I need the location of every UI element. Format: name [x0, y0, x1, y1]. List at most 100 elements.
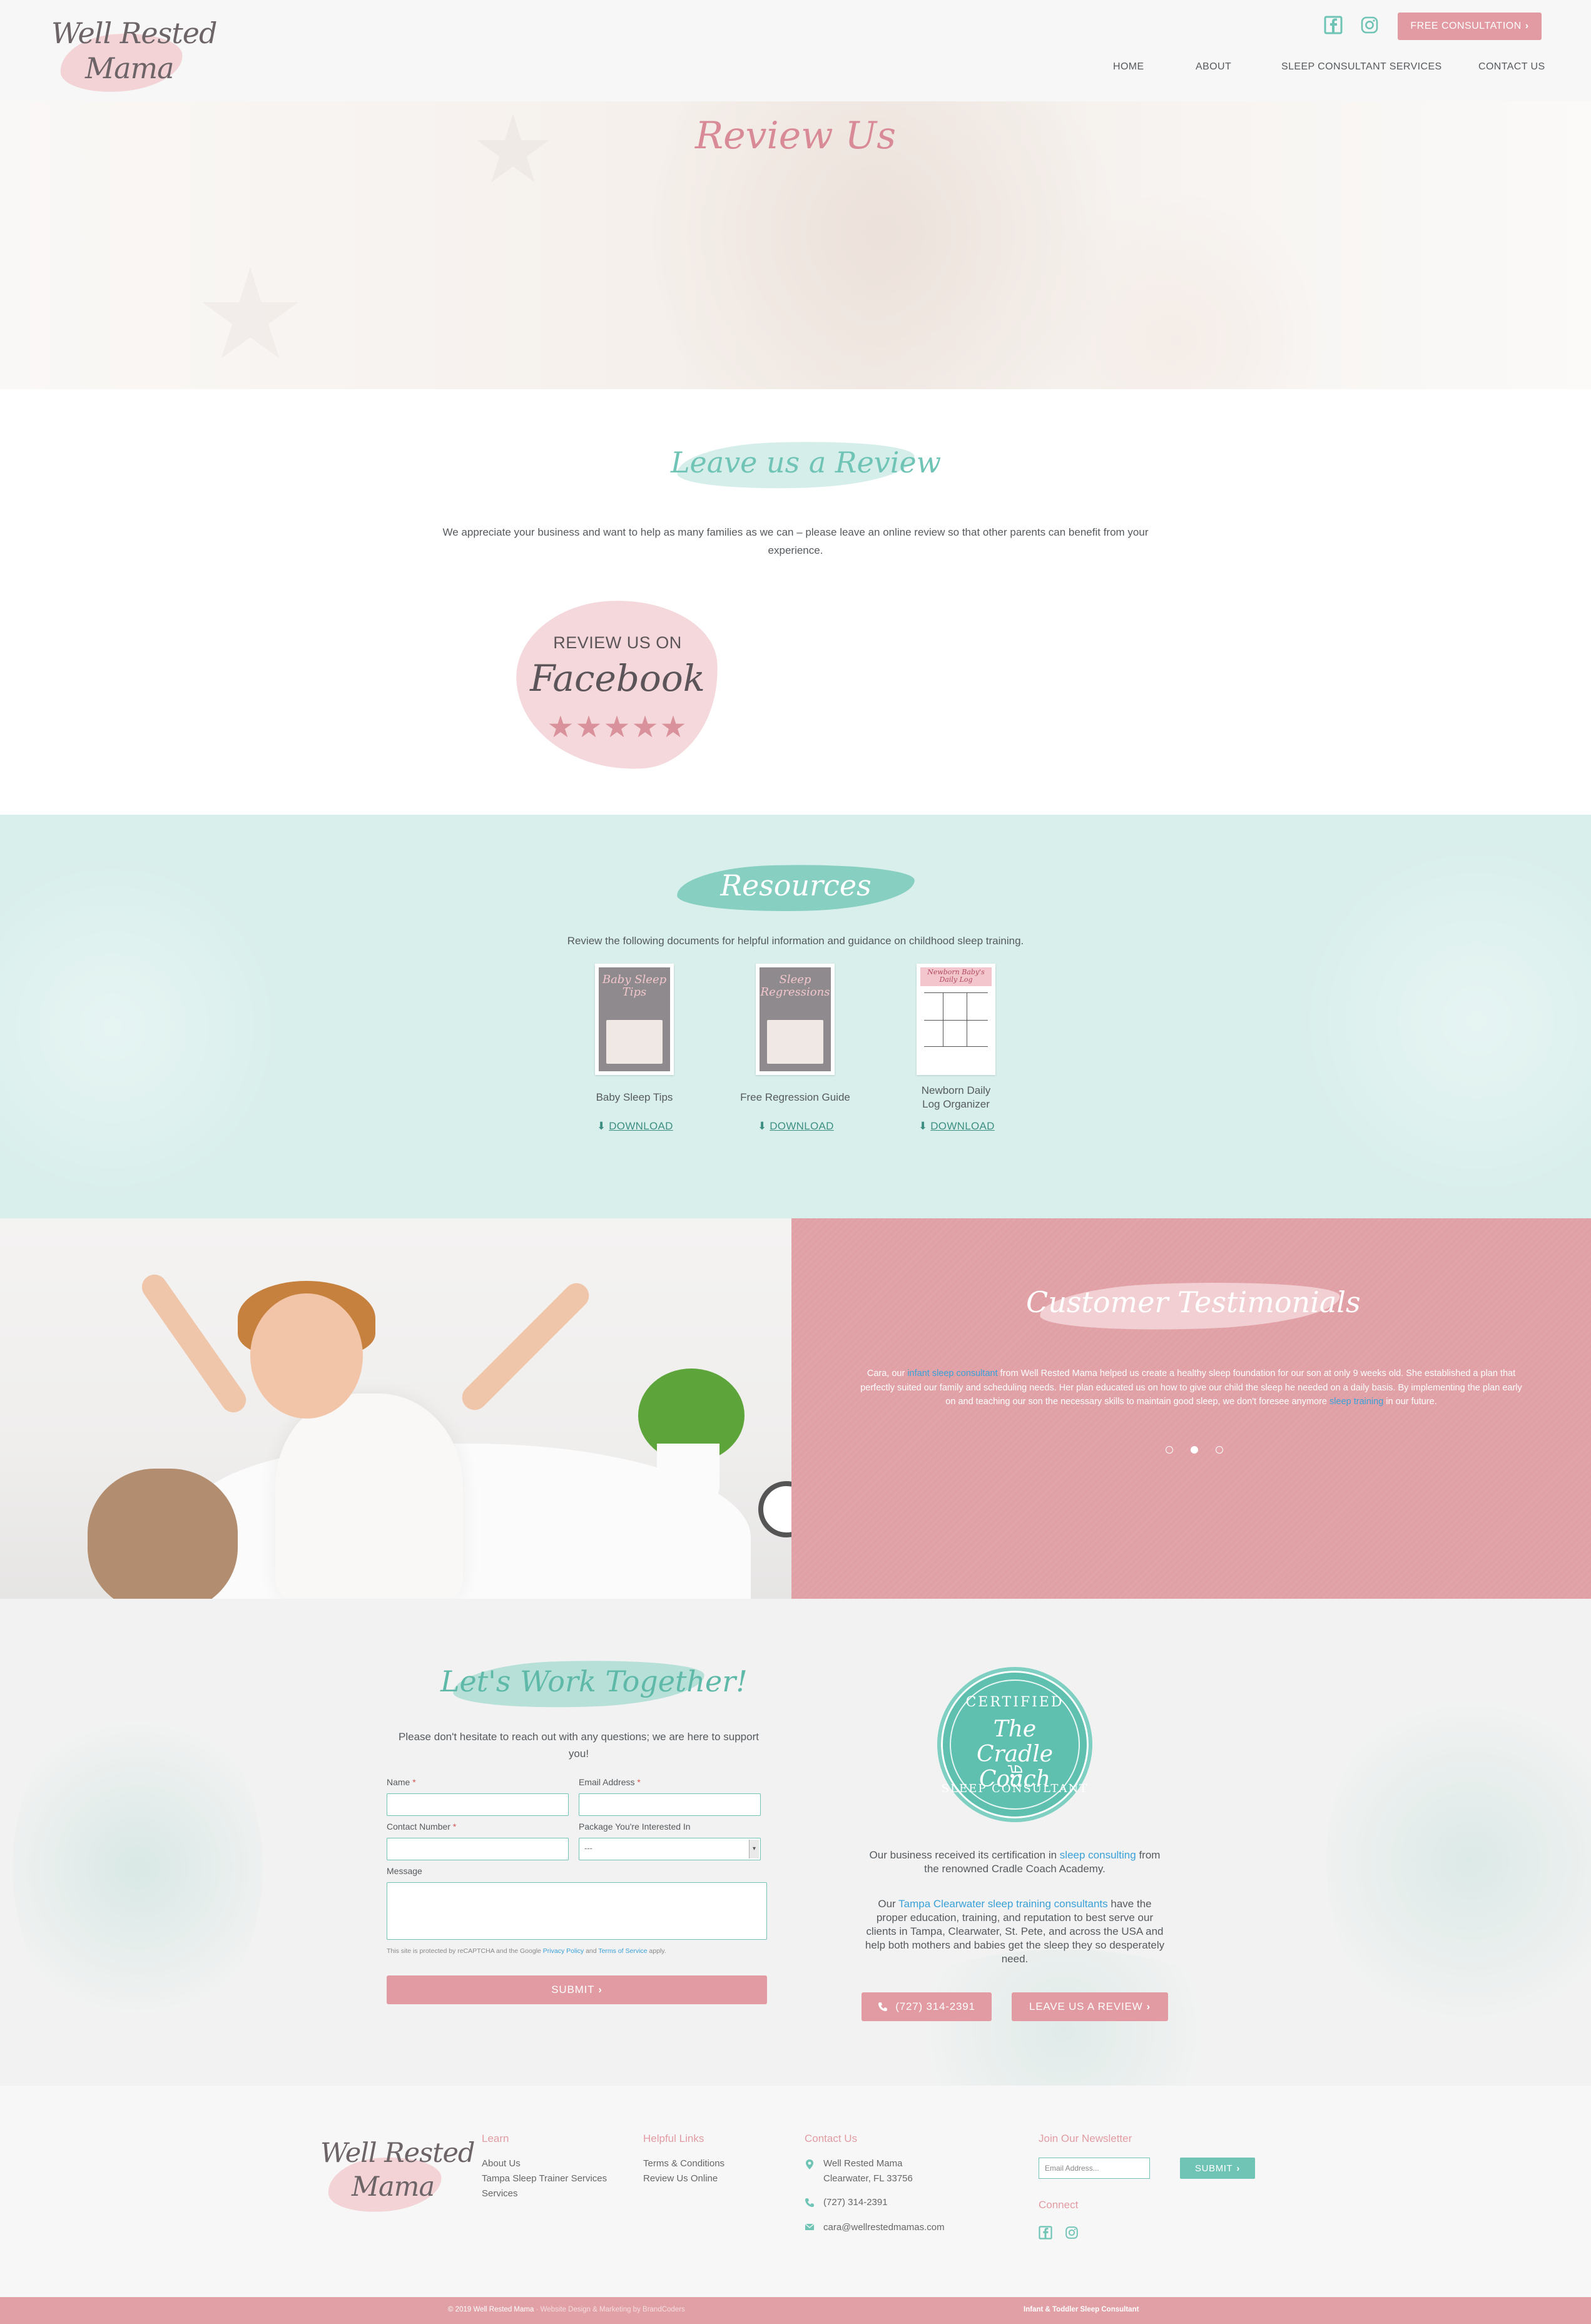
- slider-dot-2-active[interactable]: [1191, 1446, 1198, 1454]
- footer-phone-link[interactable]: (727) 314-2391: [823, 2195, 888, 2210]
- copyright-text: © 2019 Well Rested Mama · Website Design…: [448, 2306, 685, 2313]
- recaptcha-notice: This site is protected by reCAPTCHA and …: [387, 1947, 666, 1955]
- newsletter-email-input[interactable]: Email Address...: [1039, 2158, 1150, 2179]
- tampa-clearwater-consultants-link[interactable]: Tampa Clearwater sleep training consulta…: [898, 1898, 1108, 1910]
- nav-home[interactable]: HOME: [1113, 61, 1144, 73]
- thumbnail-photo: [606, 1020, 663, 1064]
- facebook-badge-line1: REVIEW US ON: [553, 633, 682, 652]
- thumbnail-cover: Sleep Regressions: [760, 967, 831, 1071]
- message-textarea[interactable]: [387, 1882, 767, 1940]
- badge-middle-text: The Cradle Coach: [941, 1717, 1089, 1792]
- resource-label-line2: Log Organizer: [922, 1098, 990, 1110]
- regression-guide-thumbnail[interactable]: Sleep Regressions: [756, 964, 835, 1075]
- thumbnail-title: Newborn Baby's Daily Log: [927, 968, 985, 984]
- call-phone-button[interactable]: (727) 314-2391: [862, 1992, 992, 2021]
- recaptcha-text: This site is protected by reCAPTCHA and …: [387, 1947, 543, 1955]
- free-consultation-button[interactable]: FREE CONSULTATION ›: [1398, 13, 1542, 40]
- footer-logo[interactable]: Well Rested Mama: [320, 2135, 475, 2216]
- recaptcha-text: and: [584, 1947, 599, 1955]
- facebook-icon[interactable]: [1324, 16, 1343, 34]
- sleep-consulting-link[interactable]: sleep consulting: [1060, 1849, 1136, 1861]
- quote-text: in our future.: [1383, 1397, 1437, 1407]
- site-header: [0, 0, 1591, 101]
- review-us-on-facebook-link[interactable]: REVIEW US ON Facebook ★★★★★: [512, 594, 723, 776]
- package-label: Package You're Interested In: [579, 1822, 691, 1832]
- leave-us-a-review-button[interactable]: LEAVE US A REVIEW ›: [1012, 1992, 1168, 2021]
- nav-sleep-consultant-services[interactable]: SLEEP CONSULTANT SERVICES: [1281, 61, 1442, 73]
- site-logo[interactable]: Well Rested Mama: [51, 13, 217, 100]
- log-line: [924, 992, 988, 993]
- privacy-policy-link[interactable]: Privacy Policy: [543, 1947, 584, 1955]
- footer-heading-contact-us: Contact Us: [805, 2133, 858, 2144]
- logo-text-line1: Well Rested: [51, 16, 217, 50]
- nav-about[interactable]: ABOUT: [1196, 61, 1231, 73]
- submit-button[interactable]: SUBMIT ›: [387, 1975, 767, 2004]
- resources-title: Resources: [720, 869, 872, 902]
- sleep-training-link[interactable]: sleep training: [1329, 1397, 1383, 1407]
- package-select[interactable]: --- ▾: [579, 1838, 761, 1860]
- testimonial-quote: Cara, our infant sleep consultant from W…: [860, 1367, 1522, 1409]
- footer-link-review-us-online[interactable]: Review Us Online: [643, 2171, 718, 2186]
- terms-of-service-link[interactable]: Terms of Service: [598, 1947, 647, 1955]
- email-field[interactable]: [579, 1793, 761, 1816]
- download-link[interactable]: ⬇ DOWNLOAD: [726, 1120, 864, 1133]
- download-link[interactable]: ⬇ DOWNLOAD: [566, 1120, 703, 1133]
- thumbnail-title: Sleep Regressions: [760, 973, 830, 999]
- submit-label: SUBMIT: [551, 1984, 595, 1995]
- review-section-title: Leave us a Review: [671, 446, 942, 479]
- team-text: Our Tampa Clearwater sleep training cons…: [863, 1897, 1166, 1966]
- slider-dot-3[interactable]: [1216, 1446, 1223, 1454]
- happy-child-photo: [0, 1218, 791, 1599]
- thumbnail-cover: Baby Sleep Tips: [599, 967, 670, 1071]
- baby-sleep-tips-thumbnail[interactable]: Baby Sleep Tips: [595, 964, 674, 1075]
- page-title: Review Us: [694, 114, 897, 158]
- footer-link-terms[interactable]: Terms & Conditions: [643, 2156, 724, 2171]
- instagram-icon[interactable]: [1360, 16, 1379, 34]
- designer-credit-link[interactable]: · Website Design & Marketing by BrandCod…: [534, 2306, 685, 2313]
- testimonials-title: Customer Testimonials: [1026, 1285, 1361, 1319]
- download-link[interactable]: ⬇ DOWNLOAD: [887, 1120, 1025, 1133]
- background-texture: [1326, 1674, 1591, 2049]
- logo-text-line2: Mama: [352, 2171, 435, 2203]
- slider-dot-1[interactable]: [1166, 1446, 1173, 1454]
- recaptcha-text: apply.: [647, 1947, 666, 1955]
- instagram-icon[interactable]: [1065, 2226, 1079, 2240]
- team-text-part: Our: [878, 1898, 899, 1910]
- email-label-text: Email Address: [579, 1777, 635, 1787]
- photo-teddy-bear: [88, 1469, 238, 1599]
- footer-email-link[interactable]: cara@wellrestedmamas.com: [823, 2220, 945, 2235]
- name-field[interactable]: [387, 1793, 569, 1816]
- phone-icon: [805, 2198, 815, 2209]
- baby-carriage-icon: [1006, 1765, 1024, 1778]
- download-icon: ⬇: [596, 1120, 606, 1132]
- facebook-badge-line2: Facebook: [530, 657, 705, 700]
- resource-label-line1: Newborn Daily: [921, 1084, 991, 1096]
- background-texture: [0, 840, 275, 1215]
- footer-link-services[interactable]: Services: [482, 2186, 518, 2201]
- facebook-icon[interactable]: [1039, 2226, 1052, 2240]
- contact-number-field[interactable]: [387, 1838, 569, 1860]
- chevron-right-icon: ›: [1236, 2163, 1240, 2174]
- badge-middle-line1: The: [993, 1716, 1037, 1742]
- footer-link-about-us[interactable]: About Us: [482, 2156, 521, 2171]
- nav-contact-us[interactable]: CONTACT US: [1478, 61, 1545, 73]
- badge-top-text: CERTIFIED: [965, 1695, 1064, 1710]
- footer-link-tampa-sleep-trainer-services[interactable]: Tampa Sleep Trainer Services: [482, 2171, 607, 2186]
- photo-child-arm: [137, 1270, 251, 1417]
- chevron-right-icon: ›: [1525, 21, 1529, 31]
- logo-text-line1: Well Rested: [320, 2138, 475, 2169]
- certification-text-part: Our business received its certification …: [869, 1849, 1060, 1861]
- photo-child-arm: [457, 1278, 594, 1415]
- required-mark: *: [637, 1777, 641, 1787]
- log-line: [924, 1020, 988, 1021]
- chevron-down-icon: ▾: [749, 1840, 759, 1858]
- logo-text-line2: Mama: [85, 51, 175, 85]
- chevron-right-icon: ›: [1146, 2000, 1151, 2012]
- name-label: Name *: [387, 1777, 416, 1787]
- cradle-coach-certified-badge: CERTIFIED The Cradle Coach SLEEP CONSULTA…: [937, 1667, 1092, 1822]
- quote-text: Cara, our: [867, 1368, 908, 1379]
- infant-sleep-consultant-link[interactable]: infant sleep consultant: [907, 1368, 997, 1379]
- newsletter-submit-button[interactable]: SUBMIT ›: [1180, 2158, 1255, 2179]
- email-icon: [805, 2223, 815, 2234]
- daily-log-thumbnail[interactable]: Newborn Baby's Daily Log: [917, 964, 995, 1075]
